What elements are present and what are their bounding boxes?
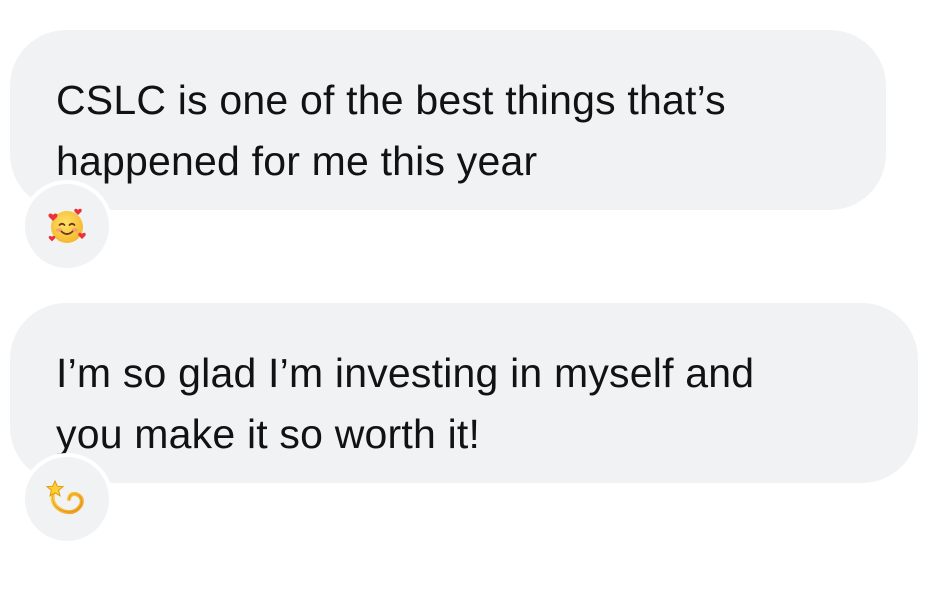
- message-text: I’m so glad I’m investing in myself and …: [56, 350, 755, 457]
- message-bubble[interactable]: CSLC is one of the best things that’s ha…: [10, 30, 886, 210]
- message-bubble[interactable]: I’m so glad I’m investing in myself and …: [10, 303, 918, 483]
- reaction-badge[interactable]: [21, 180, 113, 272]
- message-text: CSLC is one of the best things that’s ha…: [56, 77, 726, 184]
- dizzy-icon: [45, 479, 84, 515]
- reaction-badge[interactable]: [21, 453, 113, 545]
- smiling-face-with-hearts-icon: [48, 208, 86, 243]
